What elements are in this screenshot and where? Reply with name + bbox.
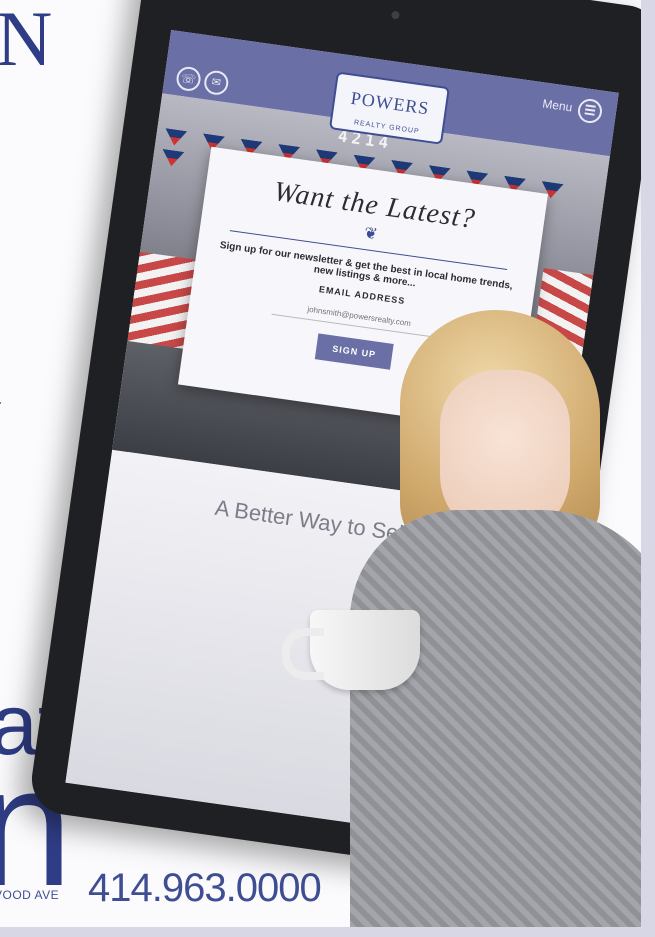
heading-fragment: N — [0, 0, 53, 82]
phone-number: 414.963.0000 — [88, 866, 322, 910]
coffee-mug — [282, 610, 420, 690]
logo-text: POWERS — [349, 87, 431, 119]
address-text: VOOD AVE — [0, 888, 60, 902]
menu-icon[interactable] — [576, 97, 604, 125]
phone-icon[interactable]: ☏ — [174, 65, 203, 93]
email-icon[interactable]: ✉ — [202, 69, 230, 97]
side-text-fragment: r — [0, 394, 1, 420]
mug-handle — [282, 628, 324, 680]
sweater — [350, 510, 655, 937]
tablet-camera — [390, 10, 400, 20]
print-ad-page: N r . at n VOOD AVE 414.963.0000 Menu ☏ … — [0, 0, 655, 937]
menu-label[interactable]: Menu — [542, 96, 574, 114]
woman-with-mug-photo — [282, 310, 655, 937]
